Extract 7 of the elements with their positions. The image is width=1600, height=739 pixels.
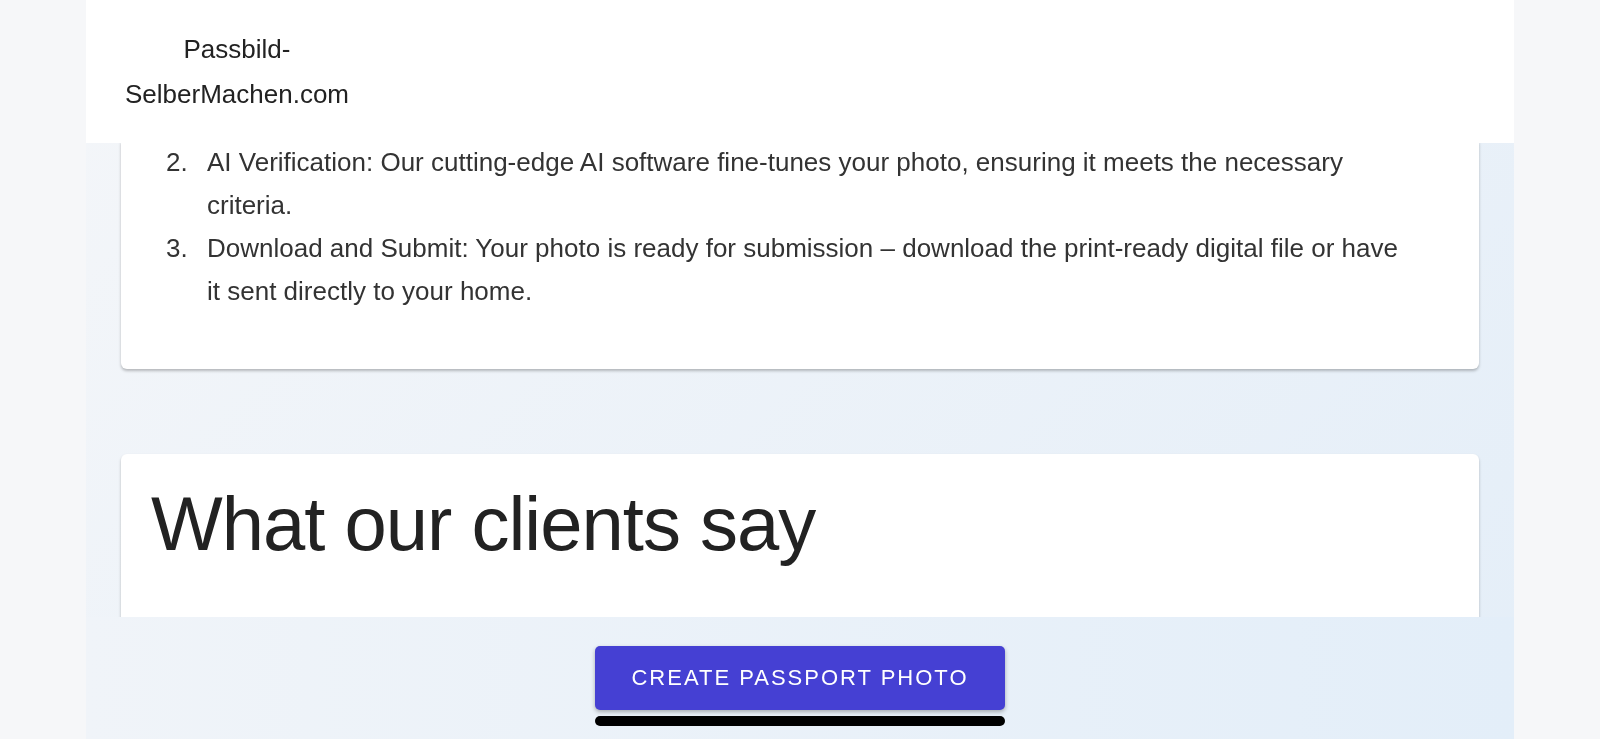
section-heading: What our clients say (151, 480, 817, 568)
step-number: 2. (166, 146, 189, 179)
site-logo[interactable]: Passbild-SelberMachen.com (112, 26, 362, 117)
step-text: AI Verification: Our cutting-edge AI software fine-tunes your photo, ensuring it meets the necessary criteria. (207, 146, 1344, 222)
step-number: 3. (166, 232, 189, 265)
create-photo-button[interactable]: CREATE PASSPORT PHOTO (595, 646, 1005, 710)
step-text: Download and Submit: Your photo is ready for submission – download the print-ready digital file or have it sent directly to your home. (207, 232, 1399, 308)
